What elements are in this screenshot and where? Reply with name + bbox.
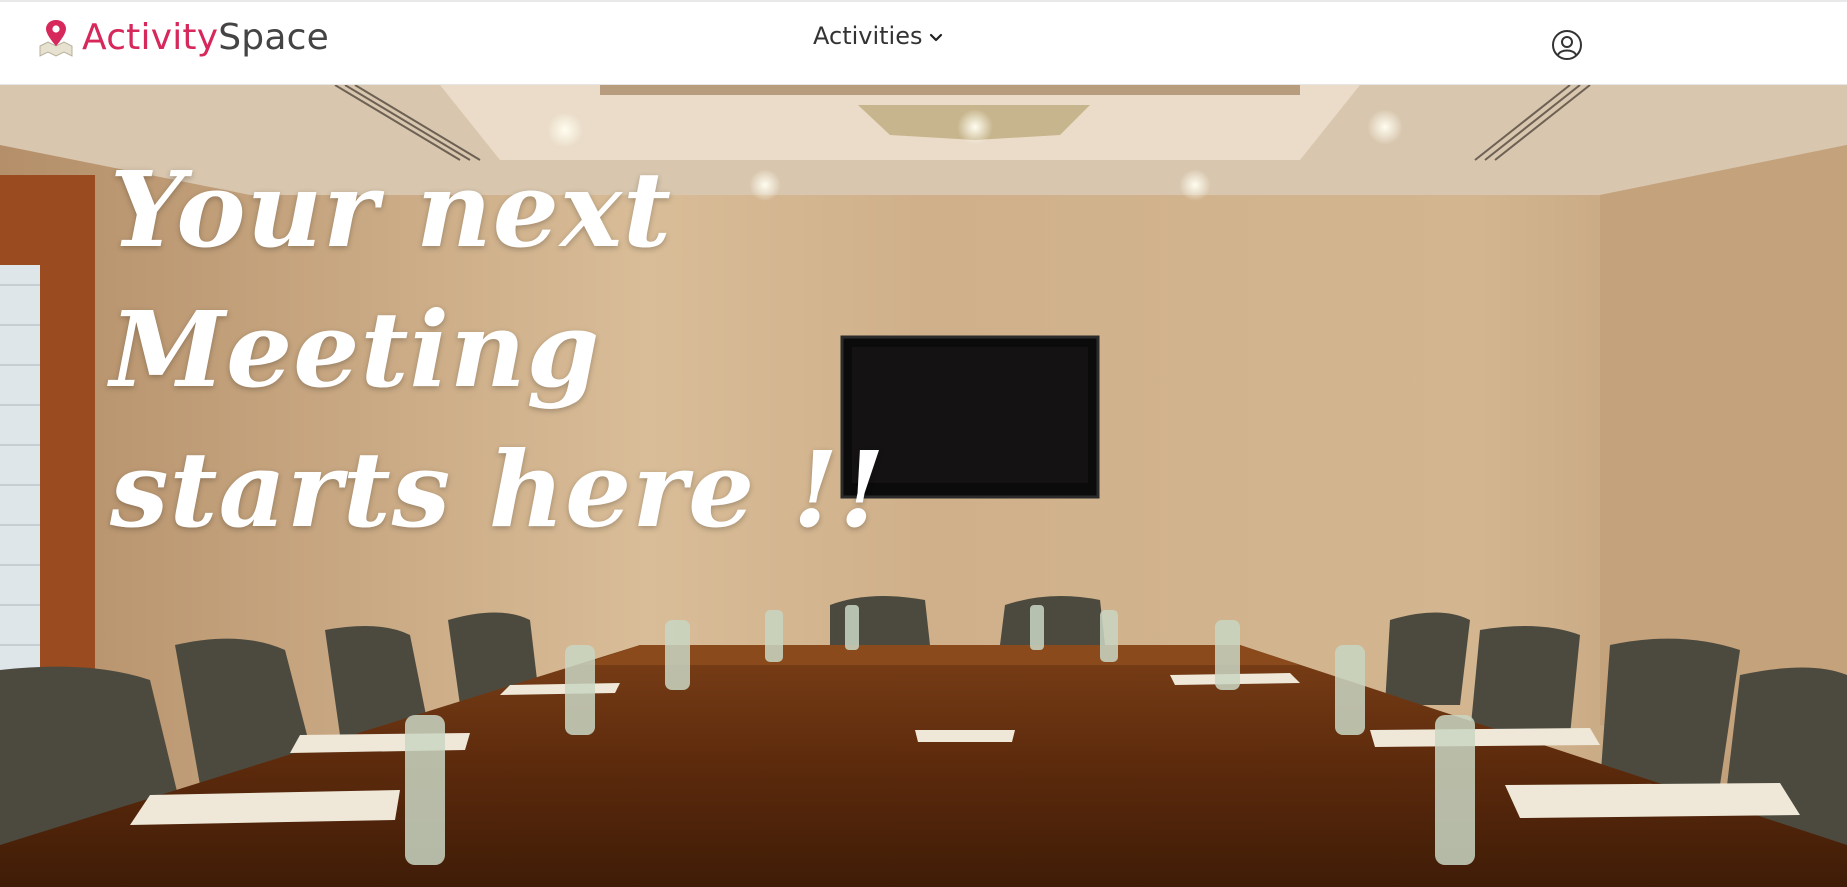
hero-title-line1: Your next Meeting xyxy=(110,148,673,411)
chevron-down-icon xyxy=(929,33,942,42)
hero-title: Your next Meeting starts here !! xyxy=(110,140,1090,560)
brand-name-part2: Space xyxy=(218,17,329,58)
brand-name: ActivitySpace xyxy=(82,14,329,62)
brand-name-part1: Activity xyxy=(82,17,219,58)
brand-logo-link[interactable]: ActivitySpace xyxy=(38,14,329,62)
activities-label: Activities xyxy=(813,22,923,50)
map-pin-icon xyxy=(39,20,73,57)
hero-banner: Your next Meeting starts here !! xyxy=(0,85,1847,887)
hero-title-line2: starts here !! xyxy=(110,428,886,551)
user-circle-icon[interactable] xyxy=(1551,29,1583,61)
top-navbar: ActivitySpace Activities xyxy=(0,2,1847,85)
activities-dropdown[interactable]: Activities xyxy=(813,22,943,50)
